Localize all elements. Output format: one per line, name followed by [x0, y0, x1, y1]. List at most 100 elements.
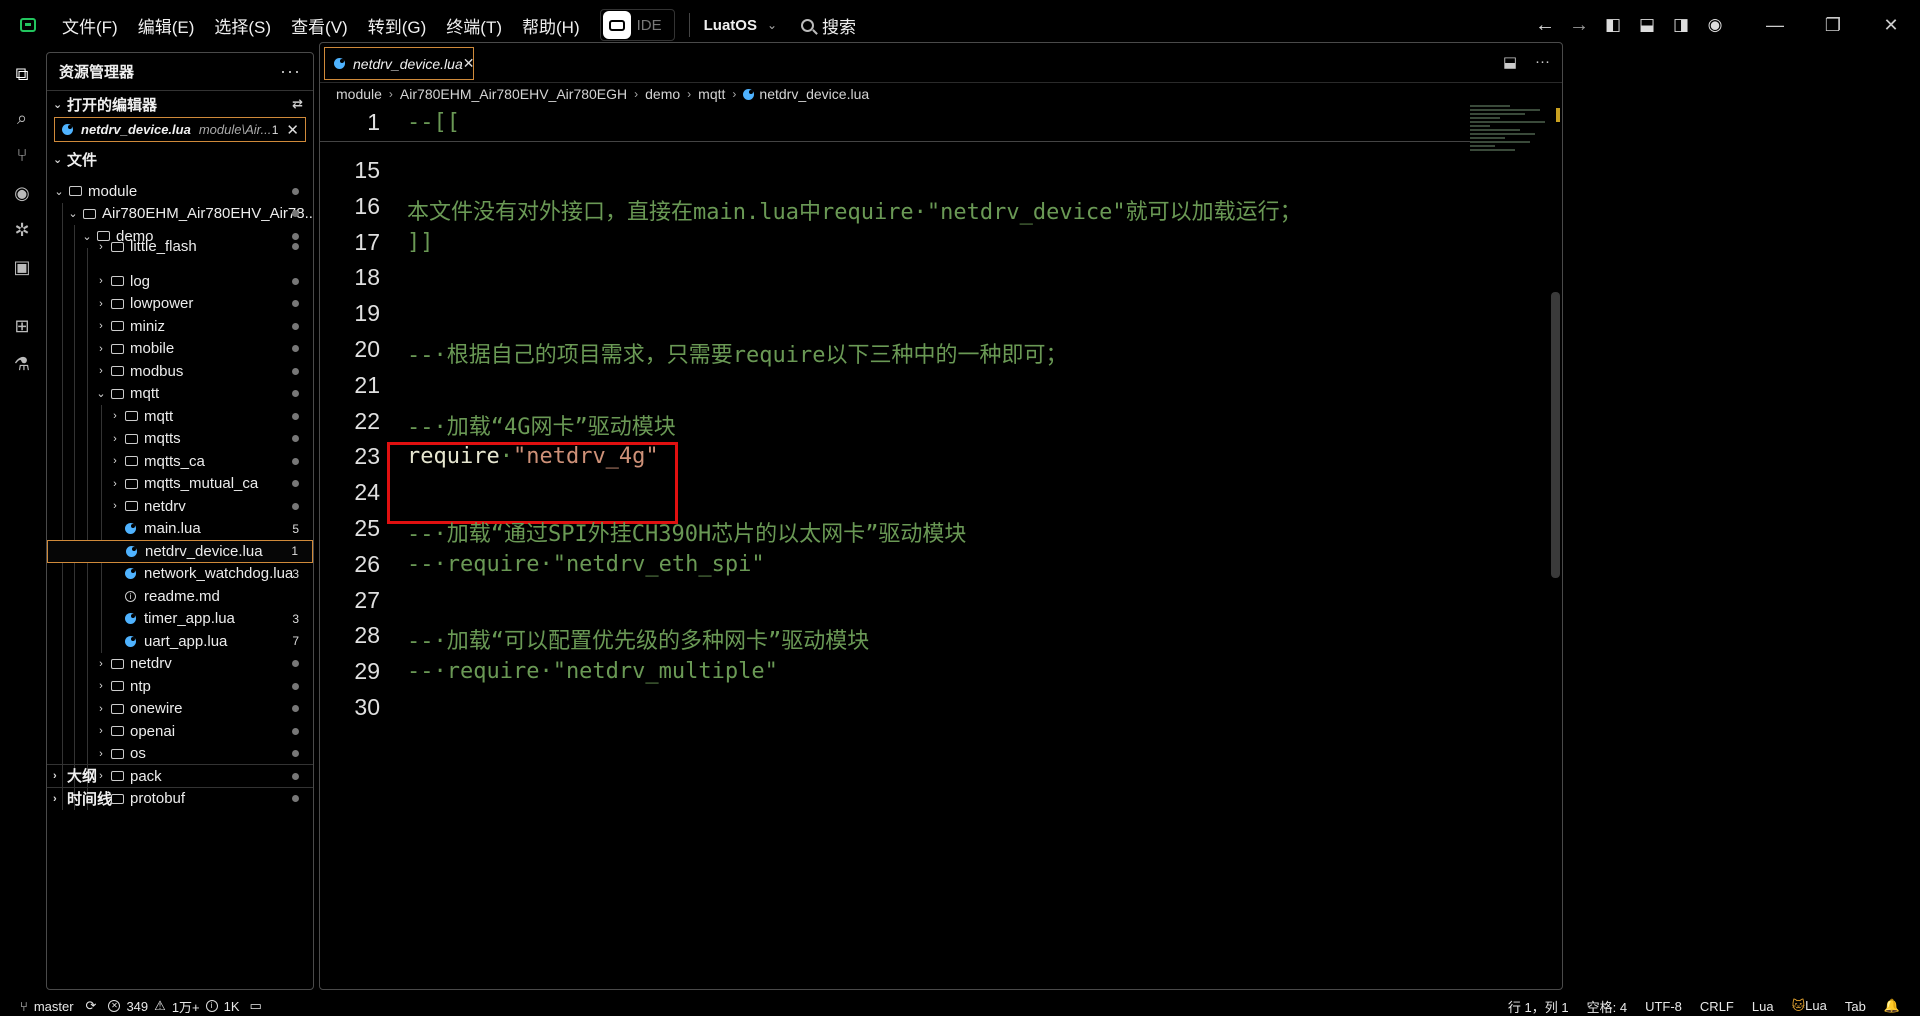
toggle-panel-icon[interactable]: ⬓	[1630, 15, 1664, 35]
tree-file-item[interactable]: i readme.md	[47, 585, 313, 608]
tree-file-item[interactable]: network_watchdog.lua 3	[47, 563, 313, 586]
tree-folder-item[interactable]: › onewire	[47, 698, 313, 721]
close-editor-icon[interactable]: ✕	[286, 121, 299, 139]
toggle-secondary-sidebar-icon[interactable]: ◨	[1664, 15, 1698, 35]
tree-folder-item[interactable]: ⌄ module	[47, 180, 313, 203]
menu-item[interactable]: 文件(F)	[62, 13, 118, 38]
tree-file-item[interactable]: timer_app.lua 3	[47, 608, 313, 631]
source-control-icon[interactable]: ⑂	[12, 145, 32, 165]
tree-folder-item[interactable]: › openai	[47, 720, 313, 743]
tree-folder-item[interactable]: ⌄ Air780EHM_Air780EHV_Air78...	[47, 203, 313, 226]
command-center-search[interactable]: 搜索	[801, 13, 856, 38]
more-actions-icon[interactable]: ···	[1535, 53, 1550, 71]
files-section[interactable]: ⌄ 文件	[47, 148, 313, 170]
split-editor-icon[interactable]: ⬓	[1503, 53, 1517, 71]
ide-mode-toggle[interactable]: IDE	[599, 9, 675, 41]
tree-folder-item[interactable]: › os	[47, 743, 313, 766]
minimize-icon[interactable]: —	[1746, 15, 1804, 36]
encoding[interactable]: UTF-8	[1645, 999, 1682, 1014]
cursor-position[interactable]: 行 1，列 1	[1508, 997, 1569, 1016]
tree-folder-item[interactable]: › mobile	[47, 338, 313, 361]
testing-flask-icon[interactable]: ⚗	[12, 354, 32, 374]
toggle-primary-sidebar-icon[interactable]: ◧	[1596, 15, 1630, 35]
minimap[interactable]	[1470, 105, 1550, 165]
sync-icon[interactable]: ⟳	[86, 998, 97, 1014]
open-editor-item[interactable]: netdrv_device.lua module\Air... 1 ✕	[54, 117, 306, 142]
workspace-name[interactable]: LuatOS	[704, 17, 757, 34]
folder-open-icon	[111, 388, 124, 399]
tree-folder-item[interactable]: › modbus	[47, 360, 313, 383]
indentation[interactable]: 空格: 4	[1587, 997, 1627, 1016]
tree-folder-item[interactable]: › mqtts_mutual_ca	[47, 473, 313, 496]
tree-folder-item[interactable]: › ntp	[47, 675, 313, 698]
tree-folder-item[interactable]: › little_flash	[47, 236, 313, 259]
tree-folder-item[interactable]: ⌄ mqtt	[47, 383, 313, 406]
chevron-down-icon[interactable]: ⌄	[767, 18, 777, 32]
modified-dot-icon	[292, 390, 299, 398]
menu-item[interactable]: 编辑(E)	[138, 13, 195, 38]
tree-folder-item[interactable]: › mqtts_ca	[47, 450, 313, 473]
terminal-icon[interactable]: ▭	[250, 998, 262, 1014]
menu-item[interactable]: 转到(G)	[368, 13, 427, 38]
tree-folder-item[interactable]: › lowpower	[47, 293, 313, 316]
vertical-scrollbar[interactable]	[1551, 292, 1560, 578]
problem-count-badge: 3	[292, 611, 299, 626]
line-number: 25	[354, 515, 380, 541]
tab-mode[interactable]: Tab	[1845, 999, 1866, 1014]
breadcrumb-item[interactable]: module	[336, 86, 382, 102]
chevron-right-icon: ›	[99, 725, 103, 738]
tree-folder-item[interactable]: › miniz	[47, 315, 313, 338]
code-token: 本文件没有对外接口，直接在main.lua中require·"netdrv_de…	[407, 199, 1302, 225]
eye-icon[interactable]: ◉	[12, 183, 32, 203]
restore-icon[interactable]: ❐	[1804, 15, 1862, 36]
modified-dot-icon	[292, 367, 299, 375]
search-icon[interactable]: ⌕	[12, 108, 32, 128]
info-count[interactable]: 1K	[224, 999, 240, 1014]
back-arrow-icon[interactable]: ←	[1528, 14, 1562, 37]
tree-folder-item[interactable]: › log	[47, 270, 313, 293]
activity-bar: ⧉ ⌕ ⑂ ◉ ✲ ▣ ⊞ ⚗	[0, 52, 44, 996]
branch-name[interactable]: master	[34, 999, 74, 1014]
tree-folder-item[interactable]: › mqtts	[47, 428, 313, 451]
sidebar-title: 资源管理器	[59, 64, 135, 81]
code-area[interactable]: 1 --[[15 16 本文件没有对外接口，直接在main.lua中require·"…	[320, 105, 1470, 989]
breadcrumb-item[interactable]: demo	[645, 86, 680, 102]
toggle-settings-icon[interactable]: ⇄	[292, 96, 303, 112]
close-icon[interactable]: ✕	[1862, 15, 1920, 36]
error-count[interactable]: 349	[126, 999, 148, 1014]
more-actions-icon[interactable]: ···	[280, 61, 301, 82]
sidebar-header: 资源管理器 ···	[47, 53, 313, 91]
tree-folder-item[interactable]: › netdrv	[47, 495, 313, 518]
open-editors-section[interactable]: ⌄ 打开的编辑器 ⇄	[47, 93, 313, 115]
tree-file-item[interactable]: netdrv_device.lua 1	[47, 540, 313, 563]
chevron-right-icon: ›	[113, 432, 117, 445]
line-ending[interactable]: CRLF	[1700, 999, 1734, 1014]
language-mode[interactable]: Lua	[1752, 999, 1774, 1014]
tree-file-item[interactable]: uart_app.lua 7	[47, 630, 313, 653]
menu-item[interactable]: 帮助(H)	[522, 13, 580, 38]
explorer-icon[interactable]: ⧉	[12, 64, 32, 84]
menu-item[interactable]: 终端(T)	[446, 13, 502, 38]
debug-icon[interactable]: ✲	[12, 220, 32, 240]
modified-dot-icon	[292, 243, 299, 251]
extensions-icon[interactable]: ⊞	[12, 316, 32, 336]
sticky-scroll-divider	[320, 141, 1470, 142]
remote-explorer-icon[interactable]: ▣	[12, 257, 32, 277]
lua-badge[interactable]: 🐱Lua	[1792, 998, 1827, 1014]
close-tab-icon[interactable]: ✕	[463, 55, 475, 72]
breadcrumb-item[interactable]: Air780EHM_Air780EHV_Air780EGH	[400, 86, 627, 102]
outline-section[interactable]: › 大纲	[47, 764, 313, 786]
menu-item[interactable]: 选择(S)	[214, 13, 271, 38]
bell-icon[interactable]: 🔔	[1884, 998, 1900, 1014]
tree-folder-item[interactable]: › netdrv	[47, 653, 313, 676]
tree-file-item[interactable]: main.lua 5	[47, 518, 313, 541]
account-icon[interactable]: ◉	[1698, 15, 1732, 35]
menu-item[interactable]: 查看(V)	[291, 13, 348, 38]
breadcrumb-item[interactable]: mqtt	[698, 86, 725, 102]
forward-arrow-icon[interactable]: →	[1562, 14, 1596, 37]
breadcrumb-item[interactable]: netdrv_device.lua	[759, 86, 869, 102]
warning-count[interactable]: 1万+	[172, 997, 200, 1016]
timeline-section[interactable]: › 时间线	[47, 787, 313, 809]
tree-folder-item[interactable]: › mqtt	[47, 405, 313, 428]
editor-tab[interactable]: netdrv_device.lua ✕	[324, 47, 474, 80]
